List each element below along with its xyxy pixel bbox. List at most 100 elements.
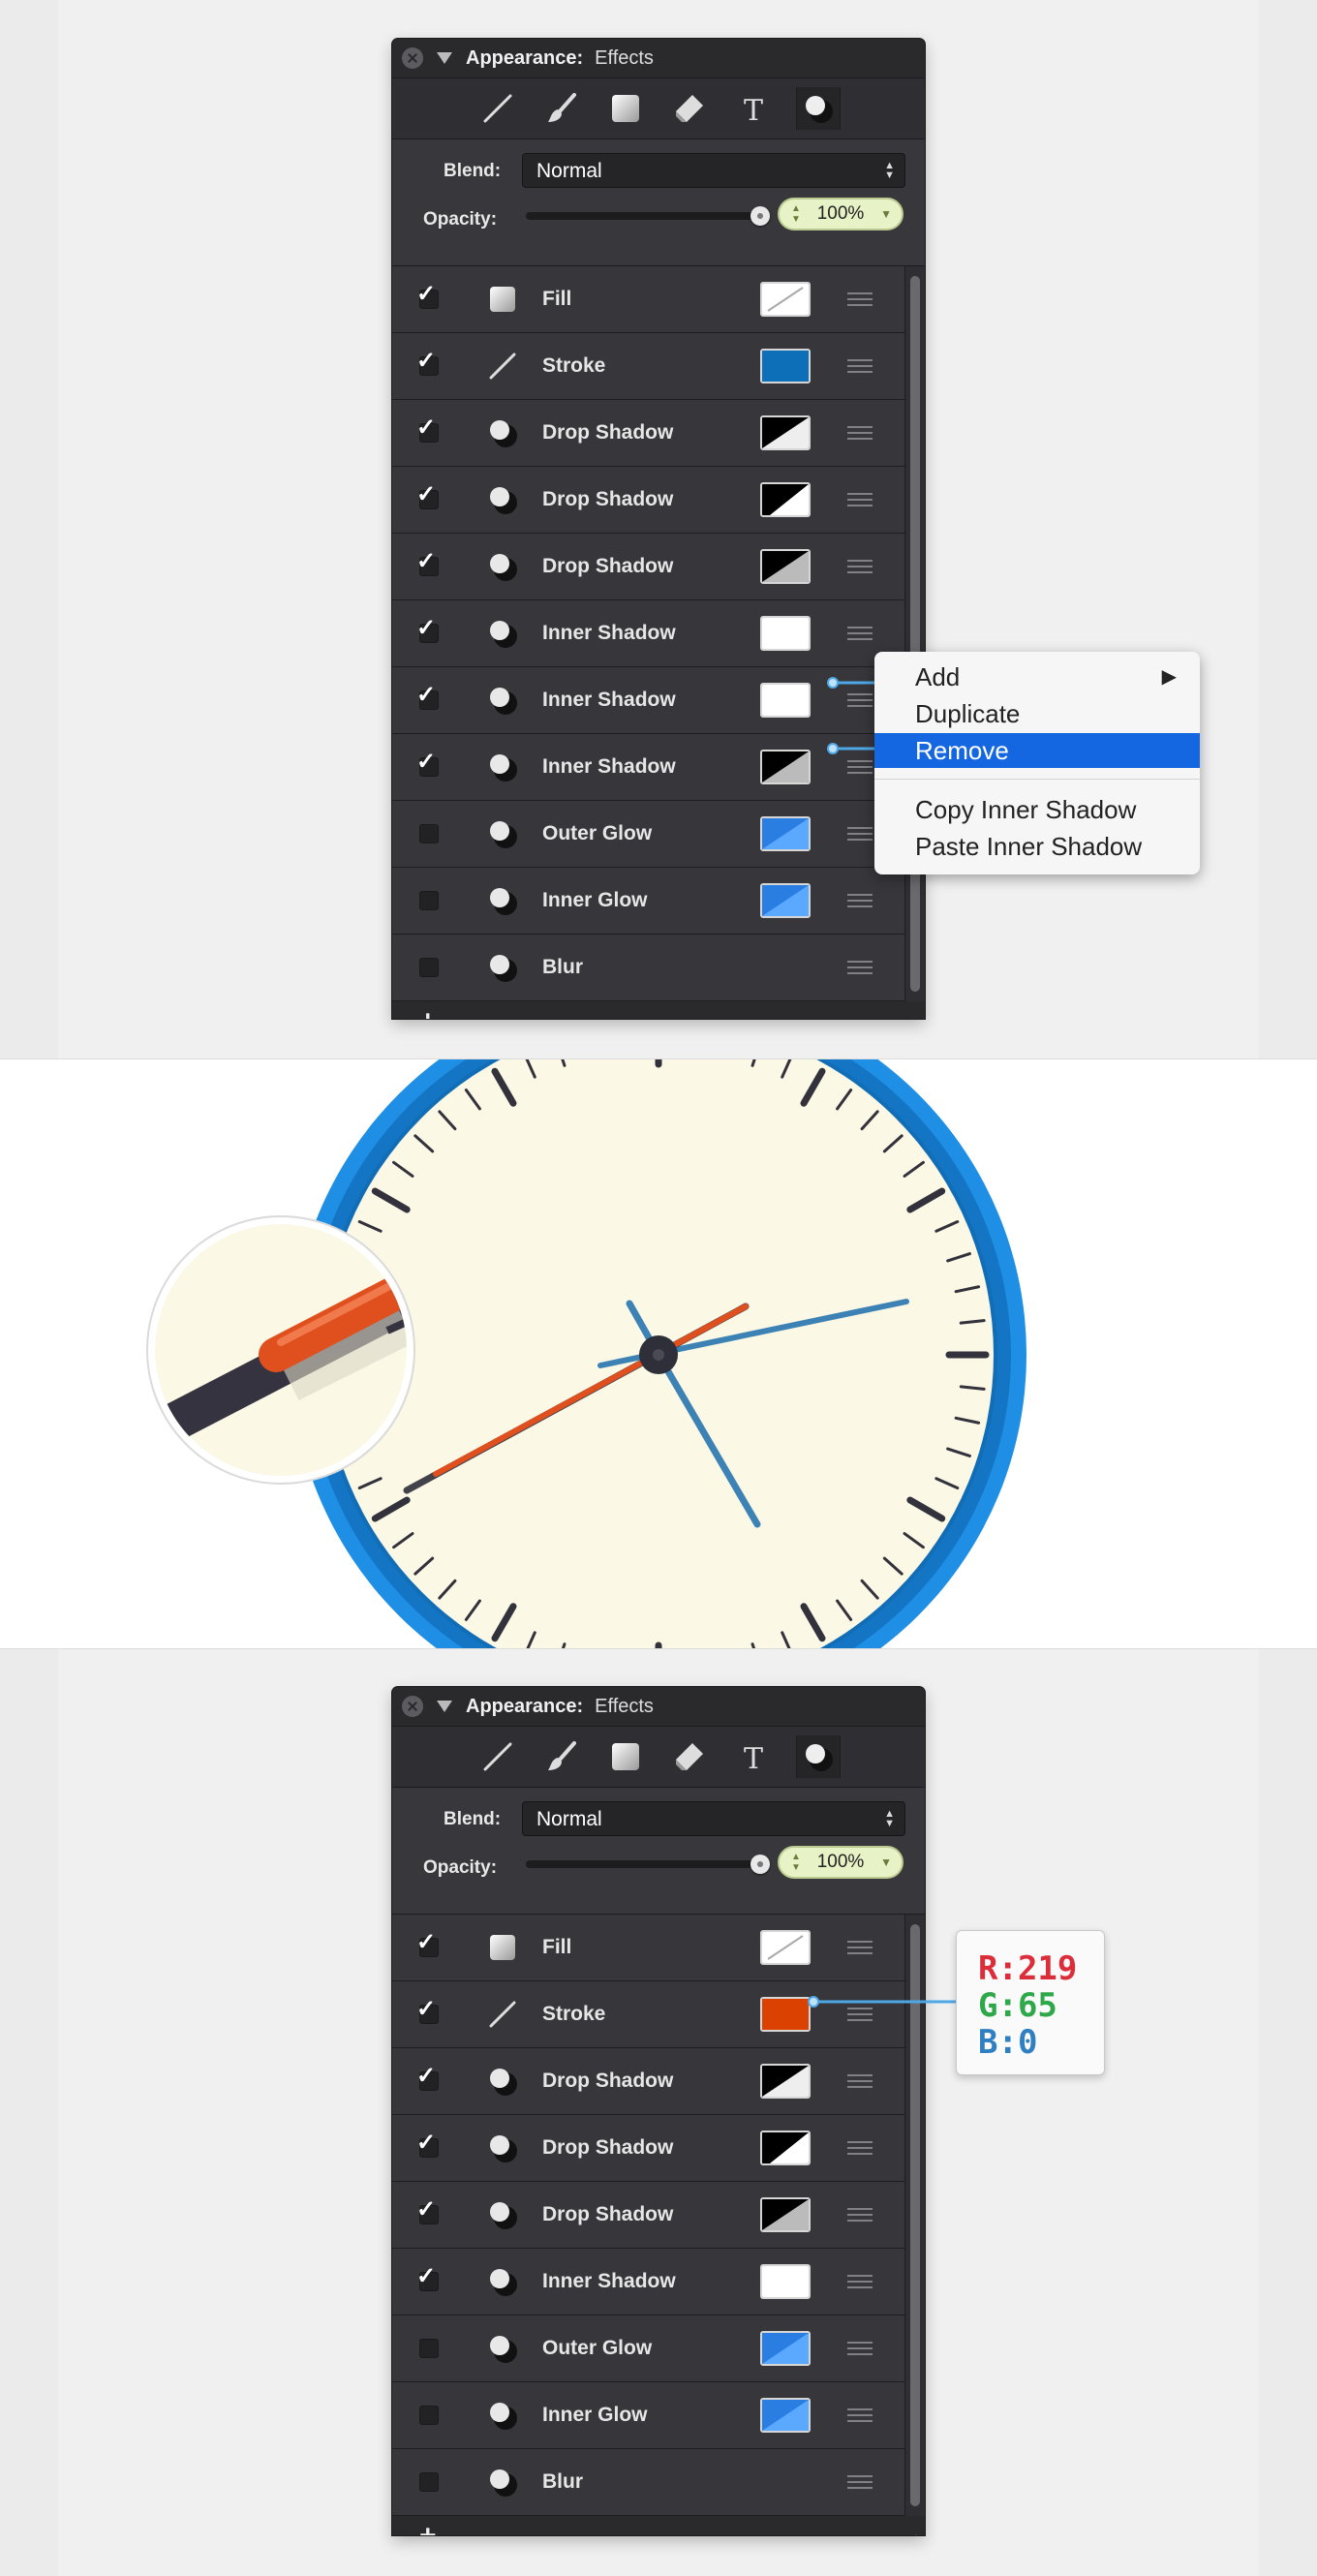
effect-swatch[interactable] (760, 2197, 811, 2232)
effect-icon (487, 2132, 518, 2163)
effect-checkbox[interactable] (419, 958, 439, 977)
drag-handle-icon[interactable] (847, 2475, 873, 2489)
effect-swatch[interactable] (760, 883, 811, 918)
opacity-label: Opacity: (423, 1857, 498, 1878)
add-effect-button[interactable]: + (419, 1005, 437, 1019)
brush-tool-icon[interactable] (540, 1735, 583, 1778)
drag-handle-icon[interactable] (847, 2342, 873, 2355)
effect-label: Inner Glow (542, 2404, 648, 2426)
effect-row[interactable]: Blur (392, 2449, 925, 2516)
drag-handle-icon[interactable] (847, 2408, 873, 2422)
panel-title: Appearance: (466, 1695, 584, 1717)
menu-item-label: Add (915, 662, 961, 691)
effect-row[interactable]: Blur (392, 935, 925, 1001)
checkmark-icon: ✓ (416, 2263, 437, 2289)
effect-label: Blur (542, 2470, 583, 2493)
effect-icon (487, 885, 518, 916)
effect-icon (487, 2199, 518, 2230)
menu-item-add[interactable]: Add ▶ (874, 659, 1200, 694)
effect-checkbox[interactable] (419, 2406, 439, 2425)
line-tool-icon[interactable] (476, 1735, 519, 1778)
menu-item-paste-inner-shadow[interactable]: Paste Inner Shadow (874, 829, 1200, 864)
effect-label: Inner Glow (542, 889, 648, 911)
chevron-down-icon[interactable]: ▼ (880, 1848, 892, 1877)
effect-row[interactable]: Inner Glow (392, 868, 925, 935)
context-menu: Add ▶ Duplicate Remove Copy Inner Shadow … (874, 652, 1200, 874)
menu-item-remove[interactable]: Remove (874, 733, 1200, 768)
effect-swatch[interactable] (760, 2064, 811, 2099)
green-value: G:65 (978, 1986, 1057, 2025)
connector-line (808, 1996, 957, 2008)
effect-icon (487, 2333, 518, 2364)
effect-row[interactable]: ✓ Drop Shadow (392, 2182, 925, 2249)
blend-opacity-settings: Blend: Normal ▲ ▼ Opacity: ▲ ▼ 100% ▼ (392, 1788, 925, 1915)
menu-item-copy-inner-shadow[interactable]: Copy Inner Shadow (874, 792, 1200, 827)
drag-handle-icon[interactable] (847, 2141, 873, 2155)
submenu-arrow-icon: ▶ (1161, 666, 1177, 688)
text-tool-icon[interactable]: T (732, 1735, 775, 1778)
resize-grip-icon[interactable] (898, 2531, 919, 2535)
effect-row[interactable]: ✓ Drop Shadow (392, 2115, 925, 2182)
effect-label: Drop Shadow (542, 2203, 674, 2225)
drag-handle-icon[interactable] (847, 2275, 873, 2288)
effect-swatch[interactable] (760, 2264, 811, 2299)
effect-label: Fill (542, 1936, 572, 1958)
red-value: R:219 (978, 1949, 1078, 1988)
effect-label: Outer Glow (542, 2337, 653, 2359)
effect-icon (487, 2467, 518, 2498)
effect-swatch[interactable] (760, 2398, 811, 2433)
blue-value: B:0 (978, 2023, 1038, 2062)
checkmark-icon: ✓ (416, 2130, 437, 2156)
effect-swatch[interactable] (760, 2131, 811, 2165)
select-arrows-icon: ▲ ▼ (884, 1808, 895, 1829)
checkmark-icon: ✓ (416, 1929, 437, 1955)
fill-icon (487, 1932, 518, 1963)
checkmark-icon: ✓ (416, 2063, 437, 2089)
menu-item-label: Paste Inner Shadow (915, 832, 1143, 861)
rgb-value-tooltip: R:219 G:65 B:0 (956, 1930, 1105, 2075)
stepper-icon[interactable]: ▲ ▼ (791, 1852, 801, 1873)
panel-subtitle: Effects (595, 1695, 654, 1717)
appearance-panel-bottom: Appearance: Effects T Blend: Normal ▲ ▼ Op… (392, 1687, 925, 2535)
drag-handle-icon[interactable] (847, 1941, 873, 1954)
effect-swatch[interactable] (760, 1930, 811, 1965)
menu-item-label: Duplicate (915, 699, 1021, 728)
add-effect-button[interactable]: + (419, 2520, 437, 2535)
blend-label: Blend: (444, 1809, 502, 1829)
opacity-slider-track[interactable] (526, 1860, 754, 1868)
drag-handle-icon[interactable] (847, 2208, 873, 2222)
effect-icon (487, 952, 518, 983)
effect-label: Drop Shadow (542, 2136, 674, 2159)
effect-checkbox[interactable] (419, 2339, 439, 2358)
drag-handle-icon[interactable] (847, 2074, 873, 2088)
opacity-field[interactable]: ▲ ▼ 100% ▼ (778, 1846, 904, 1879)
menu-item-label: Copy Inner Shadow (915, 795, 1137, 824)
drag-handle-icon[interactable] (847, 961, 873, 974)
effects-tool-icon[interactable] (796, 1735, 841, 1778)
panel-titlebar: Appearance: Effects (392, 1687, 925, 1727)
effect-label: Blur (542, 956, 583, 978)
effect-icon (487, 2066, 518, 2097)
effect-row[interactable]: Inner Glow (392, 2382, 925, 2449)
effect-icon (487, 2400, 518, 2431)
effect-row[interactable]: ✓ Fill (392, 1915, 925, 1981)
effect-checkbox[interactable] (419, 891, 439, 910)
effect-row[interactable]: ✓ Drop Shadow (392, 2048, 925, 2115)
close-icon[interactable] (402, 1696, 423, 1717)
fill-tool-icon[interactable] (604, 1735, 647, 1778)
resize-grip-icon[interactable] (898, 1017, 919, 1019)
menu-separator (874, 779, 1200, 780)
drag-handle-icon[interactable] (847, 894, 873, 907)
opacity-slider-knob[interactable] (750, 1855, 770, 1874)
effect-icon (487, 2266, 518, 2297)
effect-checkbox[interactable] (419, 2472, 439, 2492)
effect-swatch[interactable] (760, 2331, 811, 2366)
menu-item-duplicate[interactable]: Duplicate (874, 696, 1200, 731)
effect-row[interactable]: ✓ Inner Shadow (392, 2249, 925, 2315)
eraser-tool-icon[interactable] (668, 1735, 711, 1778)
blend-select[interactable]: Normal ▲ ▼ (522, 1801, 905, 1836)
effects-toolbar: T (392, 1727, 925, 1788)
panel-footer: + (392, 2516, 925, 2535)
disclosure-triangle-icon[interactable] (437, 1701, 452, 1712)
effect-row[interactable]: Outer Glow (392, 2315, 925, 2382)
